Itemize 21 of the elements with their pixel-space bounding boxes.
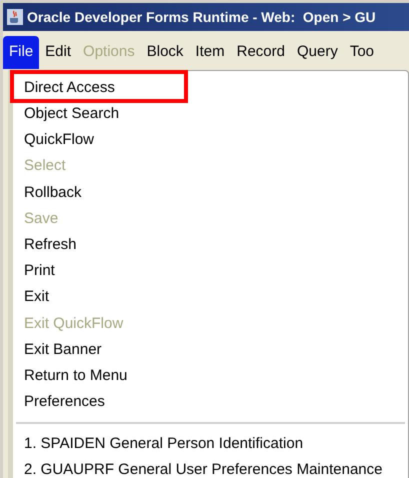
menu-item[interactable]: Direct Access bbox=[13, 75, 408, 102]
menu-bar-item[interactable]: Query bbox=[290, 36, 344, 69]
window-title: Oracle Developer Forms Runtime - Web: Open > GU bbox=[27, 8, 376, 27]
menu-item[interactable]: Refresh bbox=[13, 232, 408, 258]
recent-form-item[interactable]: 2. GUAUPRF General User Preferences Maintenance bbox=[13, 457, 408, 478]
menu-bar-item[interactable]: Edit bbox=[39, 36, 78, 69]
menu-item[interactable]: Rollback bbox=[13, 180, 408, 206]
menu-item[interactable]: Object Search bbox=[13, 101, 408, 128]
menu-item[interactable]: Preferences bbox=[13, 389, 408, 416]
menu-bar-item[interactable]: Block bbox=[140, 36, 190, 69]
coffee-cup-icon bbox=[7, 9, 23, 25]
menu-item[interactable]: Exit Banner bbox=[13, 336, 408, 364]
menu-bar-item[interactable]: File bbox=[3, 36, 40, 69]
recent-form-item[interactable]: 1. SPAIDEN General Person Identification bbox=[13, 431, 408, 458]
menu-bar-item[interactable]: Record bbox=[230, 36, 291, 69]
menu-item[interactable]: Exit bbox=[13, 284, 408, 311]
menu-bar-item[interactable]: Item bbox=[189, 36, 231, 69]
menu-item[interactable]: Return to Menu bbox=[13, 363, 408, 390]
menu-bar-item[interactable]: Too bbox=[344, 36, 380, 69]
menu-item[interactable]: QuickFlow bbox=[13, 127, 408, 154]
menu-item[interactable]: Print bbox=[13, 258, 408, 284]
